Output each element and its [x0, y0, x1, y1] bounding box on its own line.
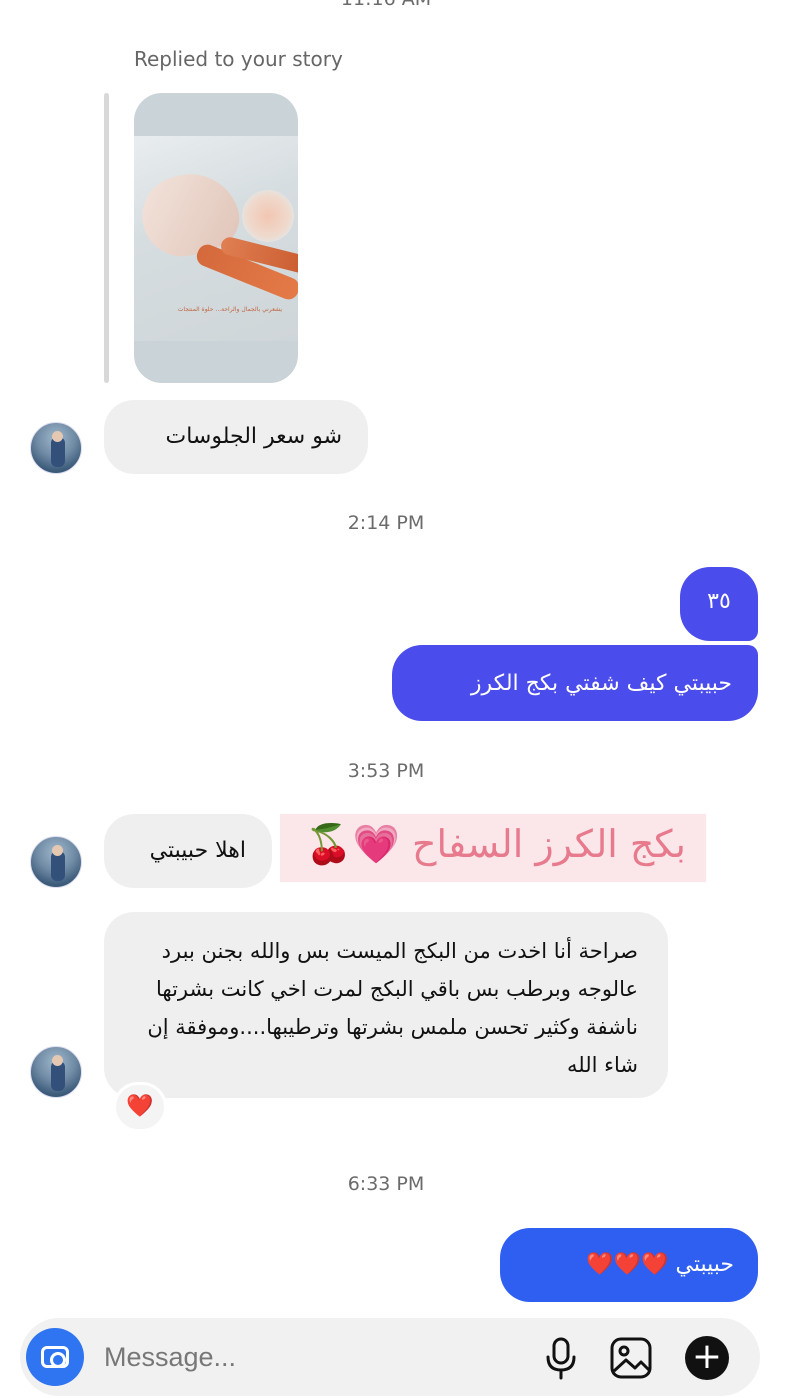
avatar[interactable]: [30, 422, 82, 474]
story-compact-shape: [242, 190, 294, 242]
text-sticker: بكج الكرز السفاح 💗🍒: [280, 814, 706, 882]
avatar[interactable]: [30, 1046, 82, 1098]
add-button[interactable]: +: [682, 1333, 732, 1383]
timestamp: 2:14 PM: [347, 512, 425, 534]
microphone-button[interactable]: [536, 1333, 586, 1383]
story-reply-label: Replied to your story: [134, 47, 343, 71]
incoming-message[interactable]: شو سعر الجلوسات: [104, 400, 368, 474]
timestamp: 6:33 PM: [347, 1173, 425, 1195]
story-image: يشعرني بالجمال والراحة... حلوة المنتجات: [134, 136, 298, 341]
timestamp-top: 11:16 AM: [0, 0, 772, 10]
story-caption: يشعرني بالجمال والراحة... حلوة المنتجات: [177, 306, 282, 313]
plus-icon: +: [685, 1336, 729, 1380]
outgoing-message[interactable]: حبيبتي كيف شفتي بكج الكرز: [392, 645, 758, 721]
reply-indicator-bar: [104, 93, 109, 383]
message-input[interactable]: [104, 1337, 504, 1377]
incoming-message[interactable]: صراحة أنا اخدت من البكج الميست بس والله …: [104, 912, 668, 1098]
gallery-icon: [610, 1337, 652, 1379]
camera-icon: [41, 1346, 69, 1368]
heart-reaction[interactable]: ❤️: [113, 1082, 167, 1132]
gallery-button[interactable]: [606, 1333, 656, 1383]
camera-button[interactable]: [26, 1328, 84, 1386]
timestamp: 3:53 PM: [347, 760, 425, 782]
outgoing-message[interactable]: ٣٥: [680, 567, 758, 641]
incoming-message[interactable]: اهلا حبيبتي: [104, 814, 272, 888]
story-thumbnail[interactable]: يشعرني بالجمال والراحة... حلوة المنتجات: [134, 93, 298, 383]
outgoing-message[interactable]: حبيبتي ❤️❤️❤️: [500, 1228, 758, 1302]
microphone-icon: [546, 1337, 576, 1380]
avatar[interactable]: [30, 836, 82, 888]
